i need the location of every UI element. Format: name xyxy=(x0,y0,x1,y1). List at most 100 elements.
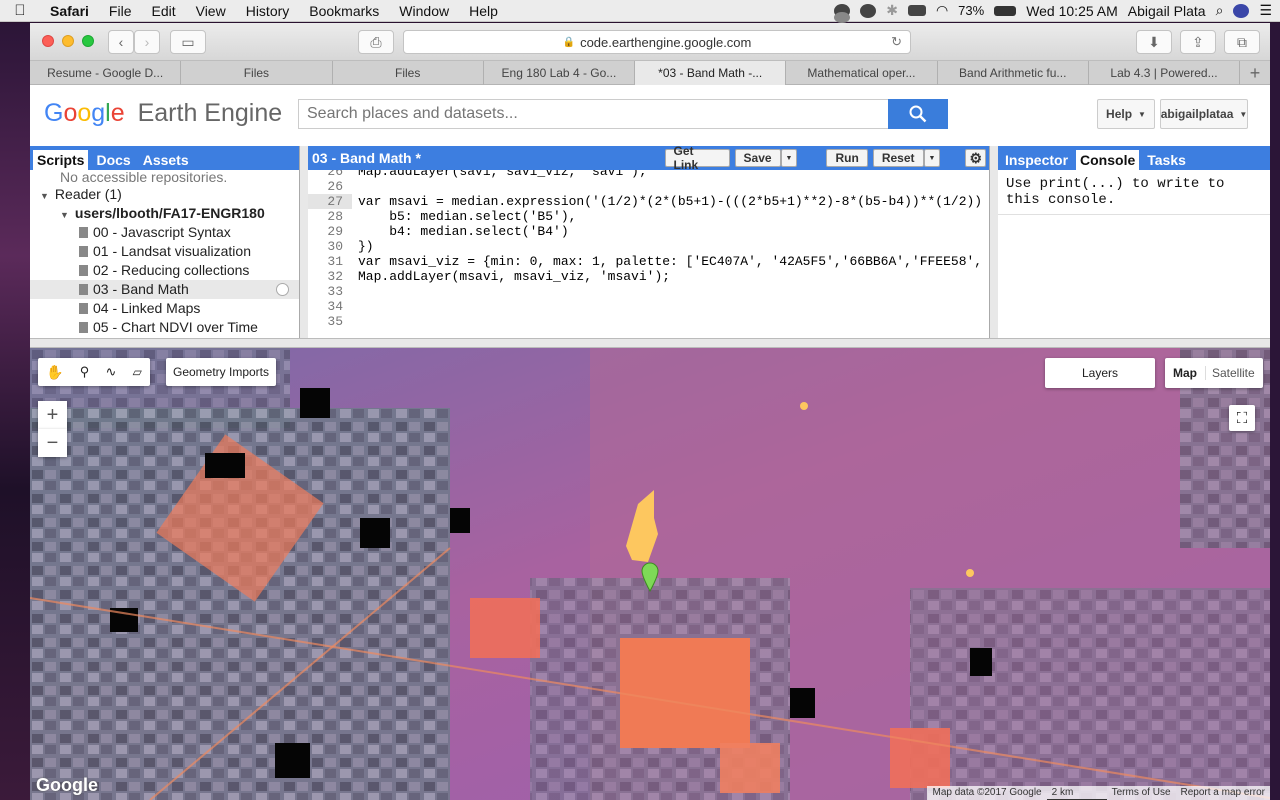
run-button[interactable]: Run xyxy=(826,149,868,167)
point-marker-icon[interactable]: ⚲ xyxy=(80,364,90,380)
logo-letter: o xyxy=(63,99,78,127)
user-dropdown[interactable]: abigailplataa ▼ xyxy=(1160,99,1248,129)
console-panel: Inspector Console Tasks Use print(...) t… xyxy=(998,146,1270,338)
browser-tab[interactable]: Lab 4.3 | Powered... xyxy=(1089,61,1241,85)
vertical-splitter-right[interactable] xyxy=(990,146,998,338)
share-button[interactable]: ⇪ xyxy=(1180,30,1216,54)
fullscreen-button[interactable]: ⛶ xyxy=(1229,405,1255,431)
help-dropdown[interactable]: Help ▼ xyxy=(1097,99,1155,129)
browser-tab[interactable]: Files xyxy=(333,61,484,85)
file-label: 01 - Landsat visualization xyxy=(93,243,251,259)
line-tool-icon[interactable]: ∿ xyxy=(106,364,117,380)
menu-file[interactable]: File xyxy=(99,3,142,19)
browser-tab[interactable]: Files xyxy=(181,61,333,85)
menu-history[interactable]: History xyxy=(236,3,300,19)
apple-icon[interactable]:  xyxy=(0,2,40,19)
code-area[interactable]: 26 Map.addLayer(savi, savi_viz, 'savi'); … xyxy=(308,170,989,329)
tree-folder-reader[interactable]: ▼ Reader (1) xyxy=(30,185,299,204)
tab-inspector[interactable]: Inspector xyxy=(1001,150,1072,170)
tab-bar: Resume - Google D... Files Files Eng 180… xyxy=(30,61,1270,85)
logo-letter: o xyxy=(77,99,92,127)
notification-center-icon[interactable]: ☰ xyxy=(1259,2,1272,19)
save-button[interactable]: Save xyxy=(734,149,781,167)
tab-overview-button[interactable]: ⧉ xyxy=(1224,30,1260,54)
tab-assets[interactable]: Assets xyxy=(139,150,193,170)
zoom-in-button[interactable]: + xyxy=(38,401,67,429)
settings-button[interactable]: ⚙ xyxy=(965,149,986,167)
zoom-window-button[interactable] xyxy=(82,35,94,47)
address-bar[interactable]: 🔒 code.earthengine.google.com ↻ xyxy=(403,30,911,54)
map-type-control: Map Satellite xyxy=(1165,358,1263,388)
back-button[interactable]: ‹ xyxy=(108,30,134,54)
tree-file[interactable]: 00 - Javascript Syntax xyxy=(30,223,299,242)
file-label: 03 - Band Math xyxy=(93,281,189,297)
sidebar-toggle-button[interactable]: ▭ xyxy=(170,30,206,54)
pan-hand-icon[interactable]: ✋ xyxy=(46,364,63,381)
get-link-button[interactable]: Get Link xyxy=(664,144,730,172)
polygon-tool-icon[interactable]: ▱ xyxy=(133,365,142,379)
earth-engine-logo[interactable]: Google Earth Engine xyxy=(44,99,282,128)
downloads-button[interactable]: ⬇ xyxy=(1136,30,1172,54)
terms-link[interactable]: Terms of Use xyxy=(1106,786,1176,800)
clock[interactable]: Wed 10:25 AM xyxy=(1026,3,1118,19)
tree-file[interactable]: 01 - Landsat visualization xyxy=(30,242,299,261)
tab-scripts[interactable]: Scripts xyxy=(33,150,89,170)
spotlight-icon[interactable]: ⌕ xyxy=(1216,2,1224,19)
report-error-link[interactable]: Report a map error xyxy=(1175,786,1270,800)
browser-tab[interactable]: Mathematical oper... xyxy=(786,61,938,85)
menu-bookmarks[interactable]: Bookmarks xyxy=(299,3,389,19)
search-button[interactable] xyxy=(888,99,948,129)
browser-tab-active[interactable]: *03 - Band Math -... xyxy=(635,61,787,85)
horizontal-splitter[interactable] xyxy=(30,338,1270,348)
search-input[interactable] xyxy=(298,99,888,129)
tree-repo[interactable]: ▼ users/lbooth/FA17-ENGR180 xyxy=(30,204,299,223)
menu-help[interactable]: Help xyxy=(459,3,508,19)
forward-button[interactable]: › xyxy=(134,30,160,54)
menu-window[interactable]: Window xyxy=(389,3,459,19)
map-canvas[interactable]: ✋ ⚲ ∿ ▱ Geometry Imports + − Layers Map … xyxy=(30,348,1270,800)
vertical-splitter-left[interactable] xyxy=(300,146,308,338)
airplay-icon[interactable] xyxy=(834,12,851,23)
menu-app-name[interactable]: Safari xyxy=(40,3,99,19)
file-icon xyxy=(79,227,88,238)
close-window-button[interactable] xyxy=(42,35,54,47)
map-type-map[interactable]: Map xyxy=(1165,366,1206,380)
map-attribution: Map data ©2017 Google 2 km Terms of Use … xyxy=(927,786,1270,800)
reset-dropdown-button[interactable]: ▼ xyxy=(923,149,941,167)
tab-console[interactable]: Console xyxy=(1076,150,1140,170)
battery-icon[interactable] xyxy=(994,5,1017,16)
map-type-satellite[interactable]: Satellite xyxy=(1206,366,1261,380)
browser-tab[interactable]: Eng 180 Lab 4 - Go... xyxy=(484,61,636,85)
geometry-imports-button[interactable]: Geometry Imports xyxy=(166,358,276,386)
new-tab-button[interactable]: + xyxy=(1240,61,1270,85)
tree-file-selected[interactable]: 03 - Band Math xyxy=(30,280,299,299)
menu-edit[interactable]: Edit xyxy=(141,3,185,19)
user-name[interactable]: Abigail Plata xyxy=(1128,3,1206,19)
print-button[interactable]: ⎙ xyxy=(358,30,394,54)
layers-button[interactable]: Layers xyxy=(1045,358,1155,388)
search-icon xyxy=(909,105,927,123)
keyboard-icon[interactable] xyxy=(907,5,926,16)
siri-icon[interactable] xyxy=(1233,3,1250,18)
tree-file[interactable]: 05 - Chart NDVI over Time xyxy=(30,318,299,337)
wifi-icon[interactable]: ◠ xyxy=(936,2,948,19)
minimize-window-button[interactable] xyxy=(62,35,74,47)
tab-docs[interactable]: Docs xyxy=(92,150,134,170)
tab-tasks[interactable]: Tasks xyxy=(1143,150,1190,170)
reload-icon[interactable]: ↻ xyxy=(891,34,902,50)
browser-tab[interactable]: Band Arithmetic fu... xyxy=(938,61,1089,85)
browser-tab[interactable]: Resume - Google D... xyxy=(30,61,182,85)
history-icon[interactable] xyxy=(276,283,289,296)
tree-file[interactable]: 04 - Linked Maps xyxy=(30,299,299,318)
menu-view[interactable]: View xyxy=(186,3,236,19)
sync-icon[interactable] xyxy=(860,3,877,18)
caret-down-icon: ▼ xyxy=(1138,109,1146,119)
reset-button[interactable]: Reset xyxy=(872,149,924,167)
tree-file[interactable]: 02 - Reducing collections xyxy=(30,261,299,280)
bluetooth-icon[interactable]: ✱ xyxy=(886,2,898,19)
scale-bar[interactable]: 2 km xyxy=(1046,786,1107,800)
map-marker-icon[interactable] xyxy=(641,562,659,592)
zoom-out-button[interactable]: − xyxy=(38,429,67,457)
battery-percent[interactable]: 73% xyxy=(958,3,984,18)
save-dropdown-button[interactable]: ▼ xyxy=(780,149,798,167)
